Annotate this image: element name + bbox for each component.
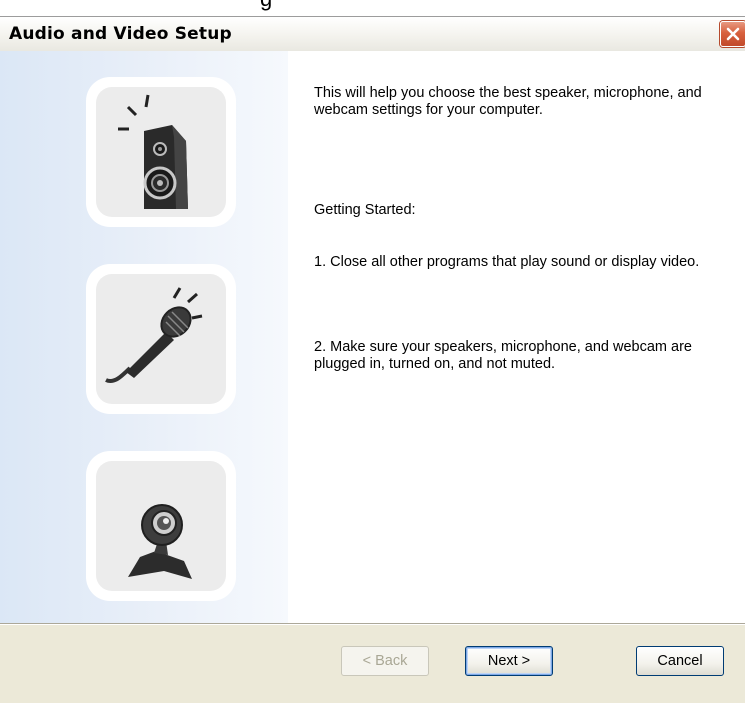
webcam-icon (128, 504, 192, 579)
webcam-tile (86, 451, 236, 601)
speaker-tile (86, 77, 236, 227)
microphone-icon (105, 287, 203, 383)
window-titlebar[interactable]: Audio and Video Setup (0, 16, 745, 52)
close-icon (726, 27, 740, 41)
intro-text: This will help you choose the best speak… (314, 85, 702, 118)
getting-started-heading: Getting Started: (314, 202, 416, 218)
back-button[interactable]: < Back (341, 646, 429, 676)
illustration-panel (0, 51, 288, 624)
close-button[interactable] (720, 21, 745, 47)
step-2-text: 2. Make sure your speakers, microphone, … (314, 339, 692, 372)
button-bar: < Back Next > Cancel (0, 624, 745, 703)
dialog-body: This will help you choose the best speak… (0, 51, 745, 624)
next-button[interactable]: Next > (465, 646, 553, 676)
window-title: Audio and Video Setup (9, 24, 232, 44)
speaker-icon (118, 94, 188, 209)
cancel-button[interactable]: Cancel (636, 646, 724, 676)
microphone-tile (86, 264, 236, 414)
step-1-text: 1. Close all other programs that play so… (314, 254, 700, 270)
partial-heading-text: g (260, 0, 272, 10)
